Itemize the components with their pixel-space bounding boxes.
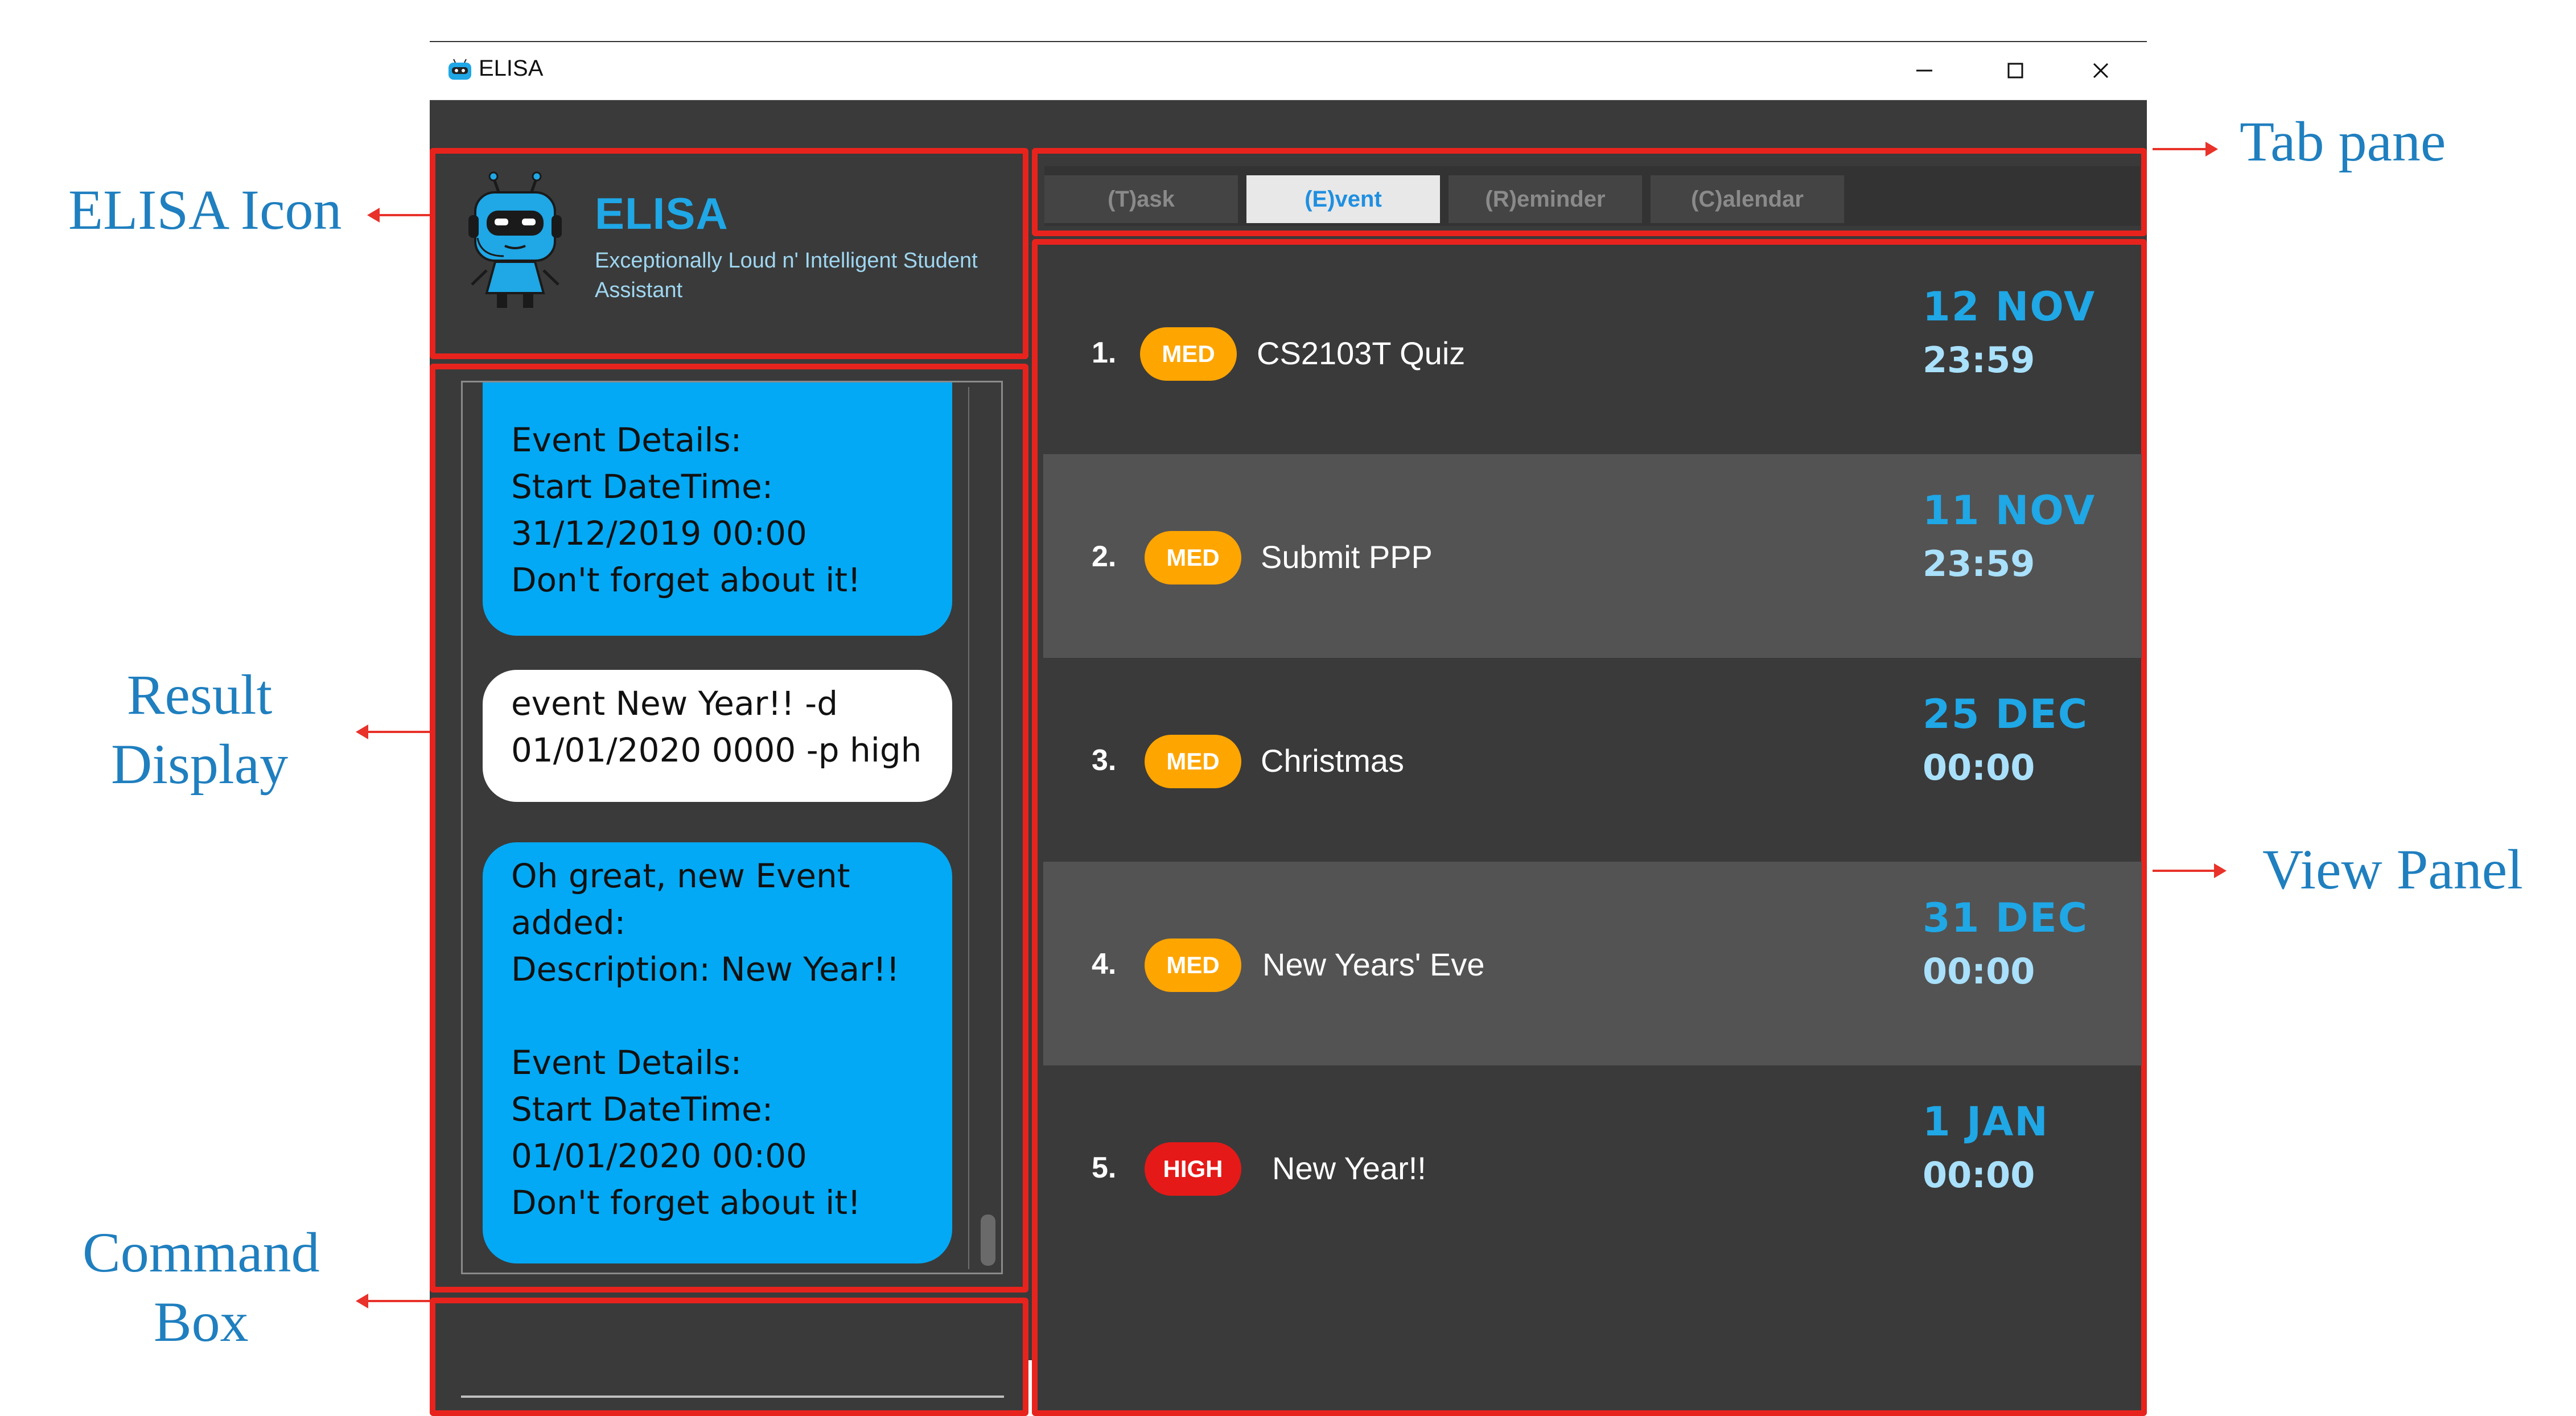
annotation-arrow-elisa-icon [367, 208, 430, 223]
command-box-panel [430, 1298, 1028, 1416]
annotation-arrow-result-display [356, 725, 430, 739]
event-row[interactable]: 5. HIGH New Year!! 1 JAN 00:00 [1043, 1065, 2142, 1269]
annotation-result-display-line1: Result [126, 663, 273, 726]
result-display-scroll-area[interactable]: Event Details: Start DateTime: 31/12/201… [461, 381, 1003, 1274]
annotation-arrow-command-box [356, 1294, 430, 1308]
elisa-mascot-icon [468, 171, 562, 308]
event-index: 1. [1092, 336, 1117, 369]
annotation-elisa-icon: ELISA Icon [68, 178, 342, 241]
event-description: Christmas [1261, 743, 1405, 779]
event-row[interactable]: 1. MED CS2103T Quiz 12 NOV 23:59 [1043, 250, 2142, 454]
result-scrollbar-thumb[interactable] [981, 1215, 995, 1266]
close-icon [2093, 63, 2109, 79]
event-row[interactable]: 3. MED Christmas 25 DEC 00:00 [1043, 658, 2142, 862]
event-time: 00:00 [1923, 950, 2035, 992]
annotation-arrow-view-panel [2153, 863, 2227, 878]
elisa-app-icon [448, 59, 471, 80]
brand-title: ELISA [595, 188, 729, 238]
event-description: New Years' Eve [1262, 946, 1485, 982]
app-window: ELISA ELISA Exceptionally Loud n' Intell… [430, 41, 2147, 1416]
minimize-icon [1916, 69, 1932, 72]
event-date: 12 NOV [1923, 283, 2096, 330]
event-time: 00:00 [1923, 1154, 2035, 1196]
close-button[interactable] [2055, 42, 2146, 99]
maximize-button[interactable] [1970, 42, 2061, 99]
title-bar: ELISA [430, 41, 2147, 100]
event-time: 23:59 [1923, 339, 2035, 381]
event-date: 31 DEC [1923, 895, 2089, 941]
command-input[interactable] [461, 1326, 1004, 1398]
tab-calendar[interactable]: (C)alendar [1651, 175, 1844, 223]
event-index: 4. [1092, 948, 1117, 981]
event-date: 25 DEC [1923, 691, 2089, 738]
event-description: New Year!! [1272, 1150, 1426, 1186]
priority-badge: MED [1145, 735, 1241, 788]
event-description: Submit PPP [1261, 539, 1433, 575]
elisa-header-panel: ELISA Exceptionally Loud n' Intelligent … [430, 148, 1028, 359]
priority-badge: MED [1140, 327, 1237, 381]
window-title: ELISA [479, 56, 544, 81]
priority-badge: MED [1145, 531, 1241, 584]
maximize-icon [2007, 63, 2023, 79]
event-index: 5. [1092, 1151, 1117, 1184]
annotation-view-panel: View Panel [2262, 838, 2523, 901]
tab-pane: (T)ask (E)vent (R)eminder (C)alendar [1032, 148, 2147, 236]
result-display-panel: Event Details: Start DateTime: 31/12/201… [430, 364, 1028, 1292]
priority-badge: HIGH [1145, 1142, 1241, 1196]
annotation-tab-pane: Tab pane [2240, 110, 2446, 173]
event-description: CS2103T Quiz [1257, 335, 1466, 371]
elisa-message-bubble: Oh great, new Event added: Description: … [483, 842, 952, 1263]
user-message-bubble: event New Year!! -d 01/01/2020 0000 -p h… [483, 670, 952, 802]
event-row[interactable]: 4. MED New Years' Eve 31 DEC 00:00 [1043, 862, 2142, 1065]
tab-task[interactable]: (T)ask [1044, 175, 1238, 223]
event-time: 23:59 [1923, 543, 2035, 584]
annotation-result-display: Result Display [111, 660, 288, 799]
annotation-command-box-line1: Command [83, 1221, 320, 1284]
event-index: 2. [1092, 540, 1117, 573]
priority-badge: MED [1145, 938, 1241, 992]
event-date: 11 NOV [1923, 487, 2096, 534]
annotation-command-box-line2: Box [153, 1290, 249, 1353]
event-index: 3. [1092, 744, 1117, 777]
elisa-message-bubble: Event Details: Start DateTime: 31/12/201… [483, 382, 952, 636]
brand-subtitle: Exceptionally Loud n' Intelligent Studen… [595, 249, 978, 302]
result-scrollbar-track[interactable] [968, 387, 994, 1269]
minimize-button[interactable] [1879, 42, 1970, 99]
annotation-command-box: Command Box [83, 1218, 320, 1357]
event-row[interactable]: 2. MED Submit PPP 11 NOV 23:59 [1043, 454, 2142, 658]
tab-reminder[interactable]: (R)eminder [1449, 175, 1642, 223]
tab-event[interactable]: (E)vent [1246, 175, 1440, 223]
view-panel: 1. MED CS2103T Quiz 12 NOV 23:59 2. MED … [1032, 239, 2147, 1416]
tab-bar: (T)ask (E)vent (R)eminder (C)alendar [1044, 166, 2140, 226]
annotation-result-display-line2: Display [111, 732, 289, 796]
app-body: ELISA Exceptionally Loud n' Intelligent … [430, 100, 2147, 1416]
annotation-arrow-tab-pane [2153, 142, 2218, 157]
event-time: 00:00 [1923, 747, 2035, 788]
event-date: 1 JAN [1923, 1098, 2049, 1145]
